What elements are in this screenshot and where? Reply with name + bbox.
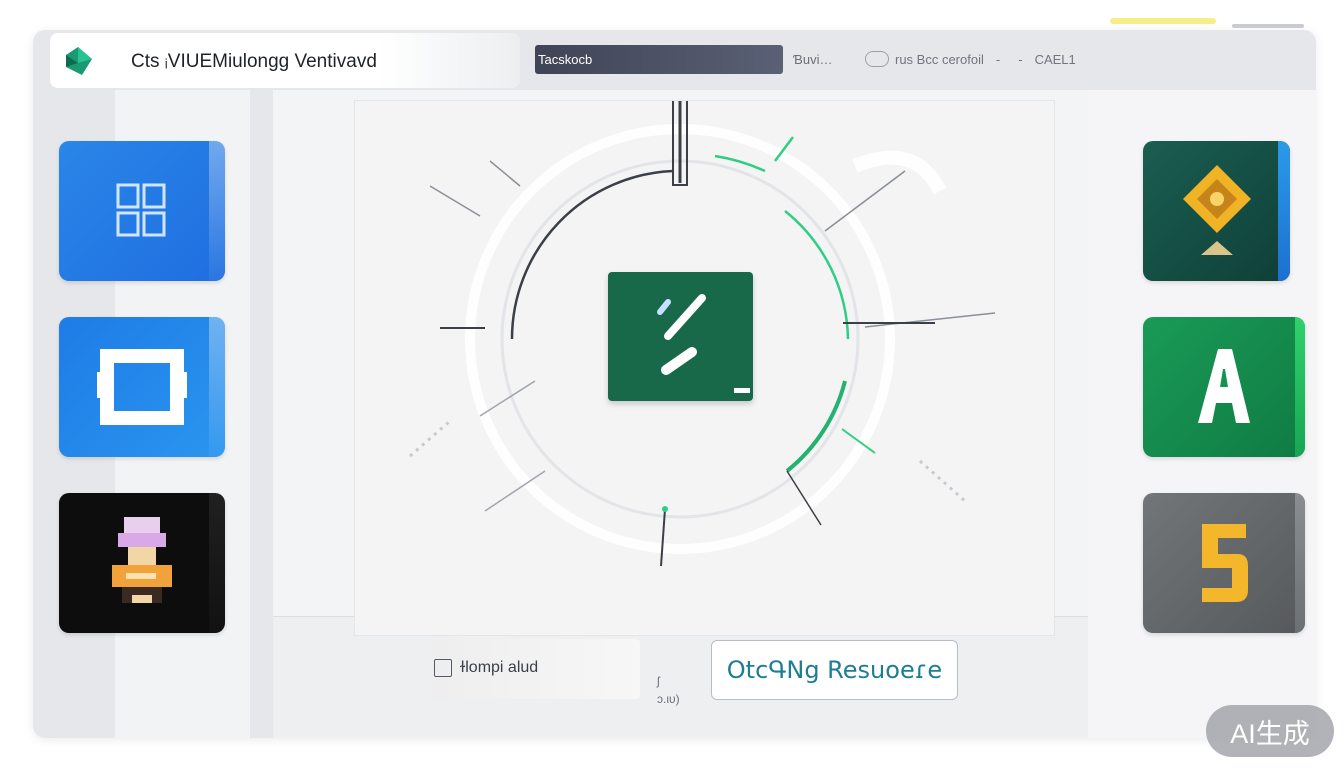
center-app-icon[interactable] bbox=[608, 272, 753, 401]
number-five-icon bbox=[1202, 524, 1248, 602]
breadcrumb: rus Bcc cerofoil - - CAEL1 bbox=[865, 51, 1076, 67]
letter-a-icon bbox=[1198, 349, 1250, 423]
breadcrumb-text[interactable]: rus Bcc cerofoil bbox=[895, 52, 984, 67]
tab-active[interactable]: Tacskocb bbox=[535, 45, 783, 74]
ai-generated-watermark: AI生成 bbox=[1206, 705, 1334, 757]
slash-marks-icon bbox=[657, 294, 750, 393]
frame-icon bbox=[97, 349, 187, 425]
grid-icon bbox=[116, 183, 166, 237]
breadcrumb-separator: - bbox=[995, 51, 1001, 67]
primary-action-button[interactable]: OtcԳNg Resuoeɾe bbox=[711, 640, 958, 700]
decorative-highlight bbox=[1110, 18, 1216, 24]
tile-fold bbox=[209, 141, 225, 281]
app-tile-a[interactable] bbox=[1143, 317, 1305, 457]
preview-canvas bbox=[354, 100, 1055, 636]
breadcrumb-tail[interactable]: CAEL1 bbox=[1035, 52, 1076, 67]
app-window: Cts ᵢVIUEMiulongg Ventivavd Tacskocb Ɓuv… bbox=[33, 30, 1316, 738]
title-bar: Cts ᵢVIUEMiulongg Ventivavd bbox=[50, 33, 520, 88]
app-title: Cts ᵢVIUEMiulongg Ventivavd bbox=[131, 51, 377, 72]
tab-inactive[interactable]: Ɓuvi… bbox=[793, 52, 832, 67]
tile-fold bbox=[1295, 493, 1305, 633]
tile-fold bbox=[209, 493, 225, 633]
gem-icon bbox=[1182, 165, 1251, 255]
decorative-highlight bbox=[1232, 24, 1304, 28]
tile-fold bbox=[209, 317, 225, 457]
hint-text: ʃ ɔ.ιυ) 0 bbox=[657, 636, 680, 738]
hint-text-line: ʃ ɔ.ιυ) bbox=[657, 674, 680, 706]
breadcrumb-separator: - bbox=[1018, 51, 1023, 67]
tile-fold bbox=[1295, 317, 1305, 457]
link-icon bbox=[865, 51, 889, 67]
app-tile-frame[interactable] bbox=[59, 317, 225, 457]
secondary-action-label: ɫlompi alud bbox=[460, 659, 539, 676]
secondary-action-button[interactable]: ɫlompi alud bbox=[432, 639, 640, 699]
app-tile-gem[interactable] bbox=[1143, 141, 1290, 281]
pixel-avatar-icon bbox=[112, 517, 172, 603]
tile-fold bbox=[1278, 141, 1290, 281]
app-tile-grid[interactable] bbox=[59, 141, 225, 281]
app-logo-icon bbox=[66, 47, 92, 75]
checkbox-icon bbox=[434, 659, 452, 677]
app-tile-pixel-avatar[interactable] bbox=[59, 493, 225, 633]
app-tile-five[interactable] bbox=[1143, 493, 1305, 633]
